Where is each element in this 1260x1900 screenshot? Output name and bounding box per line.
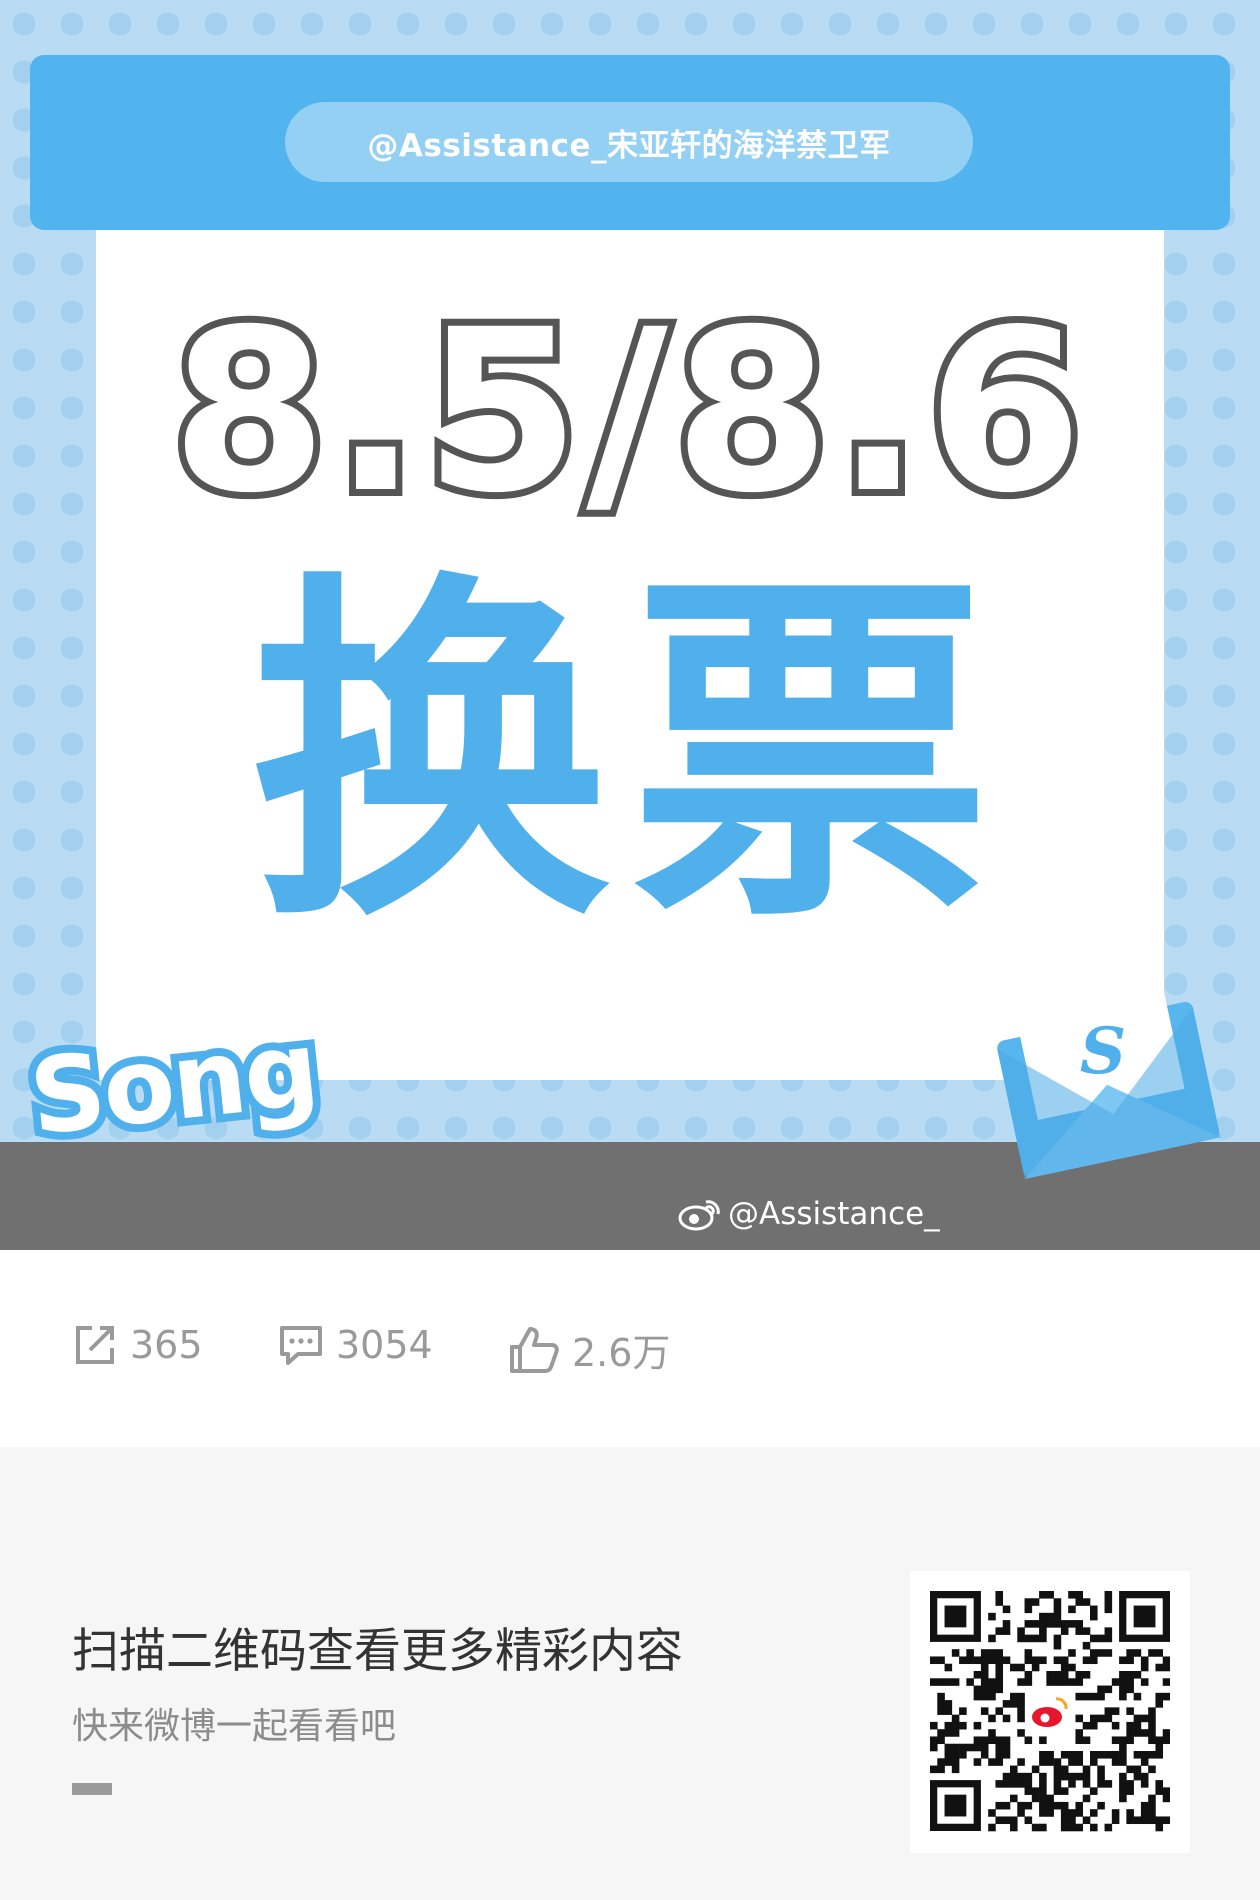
qr-footer: 扫描二维码查看更多精彩内容 快来微博一起看看吧 (0, 1447, 1260, 1900)
qr-code[interactable] (910, 1571, 1190, 1853)
engagement-bar: 365 3054 2.6万 (0, 1250, 1260, 1447)
weibo-logo-icon (678, 1200, 720, 1231)
like-icon (510, 1326, 559, 1373)
repost-icon (76, 1326, 114, 1364)
top-banner: @Assistance_宋亚轩的海洋禁卫军 (30, 55, 1230, 230)
qr-prompt-title: 扫描二维码查看更多精彩内容 (72, 1624, 683, 1679)
qr-prompt-subtitle: 快来微博一起看看吧 (72, 1706, 397, 1747)
like-button[interactable]: 2.6万 (508, 1322, 670, 1377)
comment-count: 3054 (336, 1323, 433, 1367)
comment-button[interactable]: 3054 (278, 1322, 433, 1368)
decorative-bar (72, 1783, 112, 1795)
like-count: 2.6万 (572, 1331, 671, 1375)
envelope-letter: S (1080, 1014, 1126, 1089)
envelope-icon: S (997, 971, 1221, 1179)
image-watermark: @Assistance_ (678, 1196, 940, 1232)
date-title: 8.5/8.6 (164, 281, 1089, 542)
watermark-text: @Assistance_ (728, 1196, 940, 1232)
comment-icon (280, 1326, 322, 1365)
qr-code-icon (930, 1591, 1170, 1833)
repost-count: 365 (130, 1323, 203, 1367)
weibo-logo-icon (1028, 1690, 1072, 1734)
handle-banner: @Assistance_宋亚轩的海洋禁卫军 (285, 102, 973, 182)
headline: 换票 (250, 545, 1010, 964)
song-logo: Song (16, 999, 330, 1166)
repost-button[interactable]: 365 (72, 1322, 203, 1368)
post-image[interactable]: @Assistance_宋亚轩的海洋禁卫军 8.5/8.6 换票 Song S … (0, 0, 1260, 1250)
